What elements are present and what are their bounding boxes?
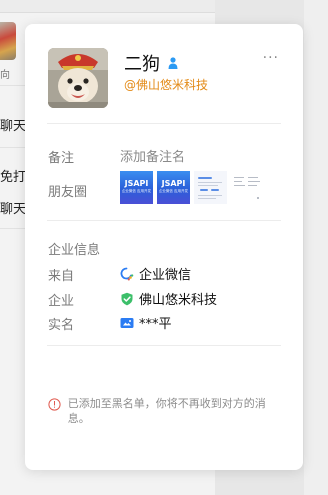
- id-card-icon: [120, 316, 134, 330]
- list-item-text[interactable]: 聊天: [0, 115, 26, 134]
- moments-thumb[interactable]: [194, 171, 227, 204]
- section-divider: [47, 220, 281, 221]
- source-label: 来自: [48, 269, 75, 284]
- section-divider: [47, 123, 281, 124]
- company-value: 佛山悠米科技: [120, 289, 217, 308]
- list-item-text: 向: [0, 70, 10, 81]
- section-divider: [47, 345, 281, 346]
- contact-profile-card: 二狗 ··· @佛山悠米科技 备注 添加备注名 朋友圈 JSAPI 企业微信 应…: [25, 24, 303, 470]
- source-value: 企业微信: [120, 264, 191, 283]
- warning-circle-icon: [48, 397, 62, 411]
- remark-label: 备注: [48, 151, 75, 166]
- moments-thumb-subtitle: 企业微信 应用开发: [121, 189, 152, 193]
- contact-name: 二狗: [124, 54, 160, 75]
- source-value-text: 企业微信: [139, 268, 192, 283]
- contact-avatar[interactable]: [48, 48, 108, 108]
- moments-thumb[interactable]: [231, 171, 264, 204]
- company-value-text: 佛山悠米科技: [139, 293, 218, 308]
- realname-label: 实名: [48, 318, 75, 333]
- moments-thumb-title: JSAPI: [161, 179, 186, 188]
- moments-preview[interactable]: JSAPI 企业微信 应用开发 JSAPI 企业微信 应用开发: [120, 171, 264, 204]
- company-link[interactable]: @佛山悠米科技: [124, 76, 208, 93]
- right-edge-panel: [304, 0, 328, 495]
- moments-thumb-subtitle: 企业微信 应用开发: [158, 189, 189, 193]
- enterprise-section-title: 企业信息: [48, 243, 101, 258]
- list-item-text[interactable]: 免打: [0, 166, 26, 185]
- add-remark-button[interactable]: 添加备注名: [120, 146, 185, 165]
- wecom-logo-icon: [120, 267, 134, 281]
- conversation-avatar[interactable]: [0, 22, 16, 60]
- contact-name-row: 二狗: [124, 50, 180, 76]
- realname-value-text: ***平: [139, 317, 172, 332]
- verified-shield-icon: [120, 292, 134, 306]
- more-dots-icon[interactable]: ···: [263, 50, 279, 66]
- blacklist-notice-text: 已添加至黑名单，你将不再收到对方的消息。: [67, 397, 266, 425]
- list-item-text[interactable]: 聊天: [0, 198, 26, 217]
- list-top-bar: [0, 0, 215, 13]
- company-label: 企业: [48, 294, 75, 309]
- moments-thumb[interactable]: JSAPI 企业微信 应用开发: [157, 171, 190, 204]
- moments-label: 朋友圈: [48, 185, 88, 200]
- blacklist-notice: 已添加至黑名单，你将不再收到对方的消息。: [48, 396, 283, 426]
- dog-avatar-image: [48, 48, 108, 108]
- moments-thumb[interactable]: JSAPI 企业微信 应用开发: [120, 171, 153, 204]
- realname-value: ***平: [120, 313, 172, 332]
- moments-thumb-title: JSAPI: [124, 179, 149, 188]
- male-icon: [166, 56, 180, 70]
